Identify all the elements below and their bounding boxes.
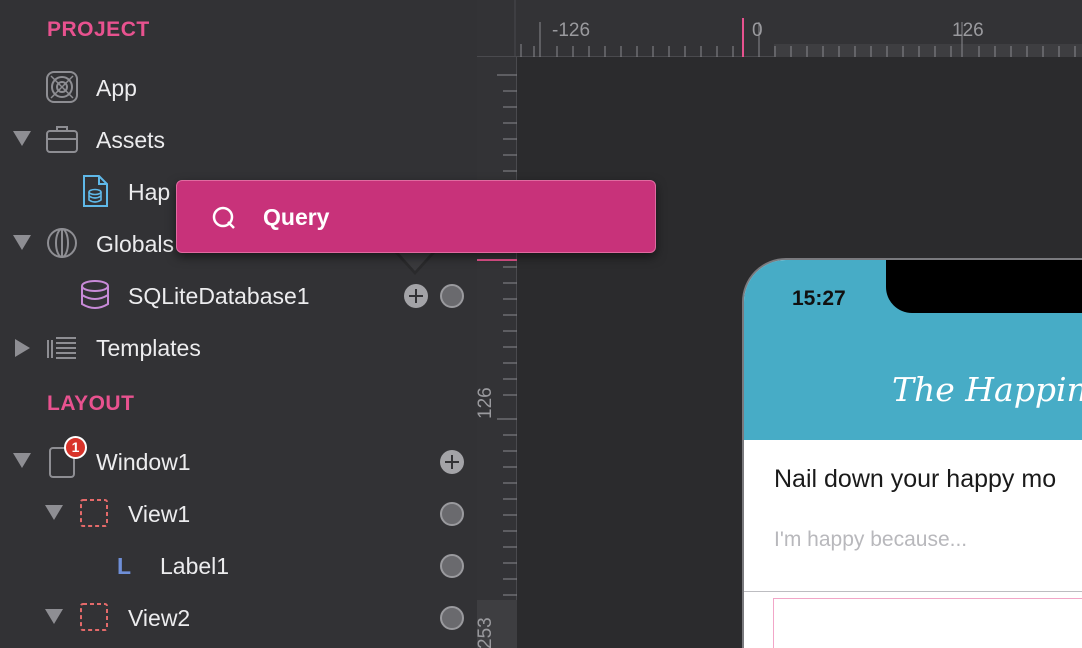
ruler-label: 253 [475,617,496,648]
tree-item-label: App [96,75,137,101]
happy-input[interactable] [774,526,1082,554]
vertical-ruler[interactable]: 126 253 [475,57,517,648]
ruler-label: 0 [752,20,763,41]
layout-section-title: LAYOUT [47,392,135,415]
tree-item-sqlitedatabase1[interactable]: SQLiteDatabase1 [0,274,477,318]
view-icon [80,499,108,527]
globe-icon [47,228,77,258]
tree-item-label: View2 [128,605,191,631]
tree-item-label: Globals [96,231,174,257]
visibility-dot-icon[interactable] [440,606,464,630]
tree-item-assets[interactable]: Assets [0,118,477,162]
briefcase-icon [46,126,78,153]
visibility-dot-icon[interactable] [440,502,464,526]
disclosure-down-icon[interactable] [45,609,63,624]
add-icon[interactable] [404,284,428,308]
tree-item-label: Assets [96,127,166,153]
popover-arrow-inner [397,251,433,271]
ruler-label: -126 [552,20,591,41]
ruler-label: 126 [475,387,496,419]
document-database-icon [83,175,108,207]
app-title: The Happine [892,370,1082,409]
divider [744,591,1082,592]
disclosure-down-icon[interactable] [45,505,63,520]
tree-item-label: Hap [128,179,171,205]
tree-item-templates[interactable]: Templates [0,326,477,370]
visibility-dot-icon[interactable] [440,554,464,578]
label-l-icon: L [117,553,132,579]
query-label: Query [263,204,330,230]
vertical-ruler-ticks [477,74,517,648]
menu-item-query[interactable]: Query [177,181,655,252]
phone-notch [886,260,1082,313]
horizontal-ruler[interactable]: -126 0 126 [477,0,1082,57]
disclosure-right-icon[interactable] [15,339,30,357]
add-menu-popover: Query [176,180,656,253]
tree-item-app[interactable]: App [0,66,477,110]
tree-item-label: Templates [96,335,201,361]
visibility-dot-icon[interactable] [440,284,464,308]
sidebar: PROJECT App Assets Hap Globals SQLiteDat… [0,0,477,648]
ruler-label: 126 [952,20,984,41]
add-icon[interactable] [440,450,464,474]
tree-item-label: Window1 [96,449,191,475]
question-label: Nail down your happy mo [774,465,1057,493]
disclosure-down-icon[interactable] [13,131,31,146]
database-icon [81,280,109,309]
project-section-title: PROJECT [47,18,150,41]
app-icon [46,71,78,103]
query-icon [212,206,235,229]
tree-item-label: Label1 [160,553,230,579]
tree-item-view1[interactable]: View1 [0,492,477,536]
tree-item-label1[interactable]: L Label1 [0,544,477,588]
status-time: 15:27 [792,287,846,310]
app-header: 15:27 The Happine [744,260,1082,440]
content-view[interactable] [773,598,1082,648]
phone-preview[interactable]: 15:27 The Happine Nail down your happy m… [742,258,1082,648]
tree-item-window1[interactable]: 1 Window1 [0,436,477,484]
tree-item-label: SQLiteDatabase1 [128,283,310,309]
tree-item-label: View1 [128,501,191,527]
disclosure-down-icon[interactable] [13,453,31,468]
templates-icon [47,337,76,359]
disclosure-down-icon[interactable] [13,235,31,250]
error-badge: 1 [64,436,87,459]
view-icon [80,603,108,631]
tree-item-view2[interactable]: View2 [0,596,477,640]
